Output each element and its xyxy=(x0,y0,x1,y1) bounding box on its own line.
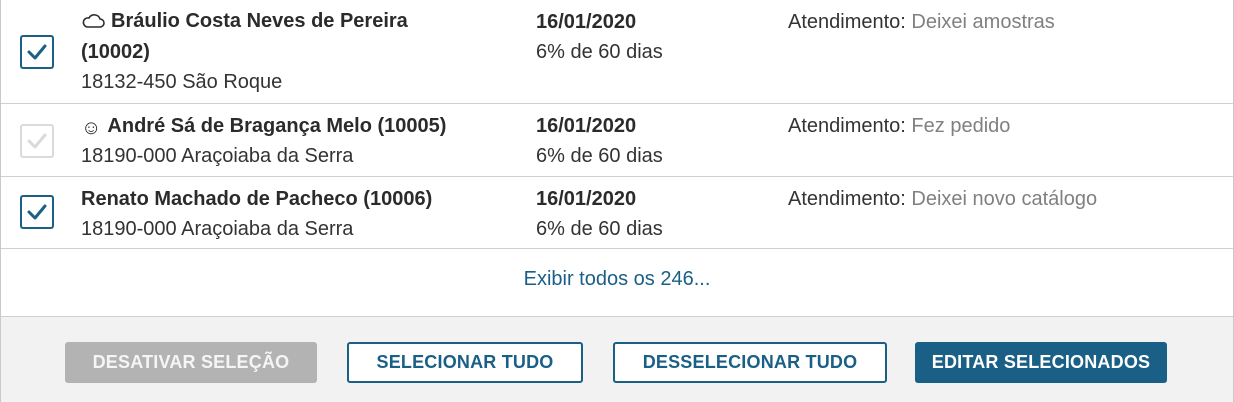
cloud-icon xyxy=(81,9,105,38)
attendance-label: Atendimento: xyxy=(788,11,906,33)
customer-name: Renato Machado de Pacheco (10006) xyxy=(81,188,433,210)
checkmark-icon xyxy=(27,44,47,60)
select-all-button[interactable]: SELECIONAR TUDO xyxy=(347,342,583,383)
attendance-label: Atendimento: xyxy=(788,115,906,137)
payment-terms: 6% de 60 dias xyxy=(536,41,663,63)
customer-code: (10002) xyxy=(81,41,150,63)
attendance-status: Atendimento: Deixei amostras xyxy=(788,8,1055,37)
customer-name: Bráulio Costa Neves de Pereira (10002) xyxy=(81,9,408,63)
attendance-label: Atendimento: xyxy=(788,188,906,210)
attendance-status: Atendimento: Fez pedido xyxy=(788,112,1010,141)
deactivate-selection-button[interactable]: DESATIVAR SELEÇÃO xyxy=(65,342,317,383)
edit-selected-button[interactable]: EDITAR SELECIONADOS xyxy=(915,342,1167,383)
customer-selection-panel: Bráulio Costa Neves de Pereira (10002) 1… xyxy=(0,0,1234,402)
attendance-value: Deixei amostras xyxy=(911,11,1055,33)
smiley-icon: ☺ xyxy=(81,117,102,139)
attendance-status: Atendimento: Deixei novo catálogo xyxy=(788,185,1097,214)
row-checkbox[interactable] xyxy=(20,195,54,229)
list-item: ☺ André Sá de Bragança Melo (10005) 18190… xyxy=(1,104,1233,177)
show-all-link[interactable]: Exibir todos os 246... xyxy=(1,268,1233,291)
customer-address: 18132-450 São Roque xyxy=(81,71,283,93)
list-item: Bráulio Costa Neves de Pereira (10002) 1… xyxy=(1,0,1233,104)
order-date: 16/01/2020 xyxy=(536,188,637,210)
attendance-value: Fez pedido xyxy=(911,115,1011,137)
checkmark-icon xyxy=(27,133,47,149)
deselect-all-button[interactable]: DESSELECIONAR TUDO xyxy=(613,342,887,383)
customer-name: ☺ André Sá de Bragança Melo (10005) xyxy=(81,112,446,143)
row-checkbox[interactable] xyxy=(20,35,54,69)
row-checkbox[interactable] xyxy=(20,124,54,158)
checkmark-icon xyxy=(27,204,47,220)
payment-terms: 6% de 60 dias xyxy=(536,218,663,240)
customer-address: 18190-000 Araçoiaba da Serra xyxy=(81,218,354,240)
customer-address: 18190-000 Araçoiaba da Serra xyxy=(81,145,354,167)
order-date: 16/01/2020 xyxy=(536,115,637,137)
list-item: Renato Machado de Pacheco (10006) 18190-… xyxy=(1,177,1233,249)
action-bar: DESATIVAR SELEÇÃO SELECIONAR TUDO DESSEL… xyxy=(1,316,1233,402)
payment-terms: 6% de 60 dias xyxy=(536,145,663,167)
order-date: 16/01/2020 xyxy=(536,11,637,33)
attendance-value: Deixei novo catálogo xyxy=(911,188,1098,210)
customer-list: Bráulio Costa Neves de Pereira (10002) 1… xyxy=(1,0,1233,249)
